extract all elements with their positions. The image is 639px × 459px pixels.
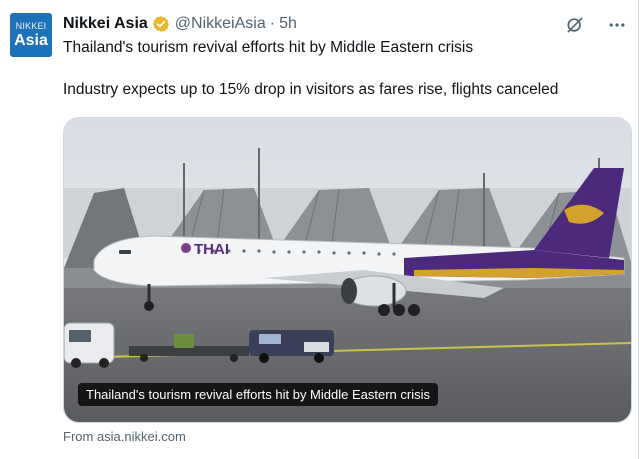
tweet-subhead: Industry expects up to 15% drop in visit… (63, 81, 559, 98)
avatar-line2: Asia (14, 31, 48, 49)
author-handle[interactable]: @NikkeiAsia (175, 15, 266, 33)
avatar[interactable]: NIKKEI Asia (10, 13, 52, 57)
tweet-headline: Thailand's tourism revival efforts hit b… (63, 39, 474, 56)
timestamp[interactable]: 5h (279, 15, 297, 33)
verified-badge-icon (152, 15, 170, 33)
avatar-line1: NIKKEI (15, 20, 47, 31)
grok-icon[interactable] (564, 14, 586, 36)
separator: · (269, 15, 276, 32)
airplane-photo: THAI (64, 118, 631, 422)
tweet-content: Nikkei Asia @NikkeiAsia · 5h Thailand's … (63, 12, 628, 100)
tweet[interactable]: NIKKEI Asia Nikkei Asia @NikkeiAsia · 5h… (0, 0, 639, 459)
tweet-header: Nikkei Asia @NikkeiAsia · 5h (63, 12, 628, 36)
tweet-text: Thailand's tourism revival efforts hit b… (63, 38, 628, 100)
media-card[interactable]: THAI Thailand's tourism revival efforts … (63, 117, 632, 423)
author-name[interactable]: Nikkei Asia (63, 15, 148, 33)
more-icon[interactable] (606, 14, 628, 36)
aircraft-livery: THAI (194, 241, 229, 258)
image-caption: Thailand's tourism revival efforts hit b… (78, 383, 438, 406)
card-source-link[interactable]: From asia.nikkei.com (63, 429, 186, 444)
tweet-actions (564, 14, 628, 36)
